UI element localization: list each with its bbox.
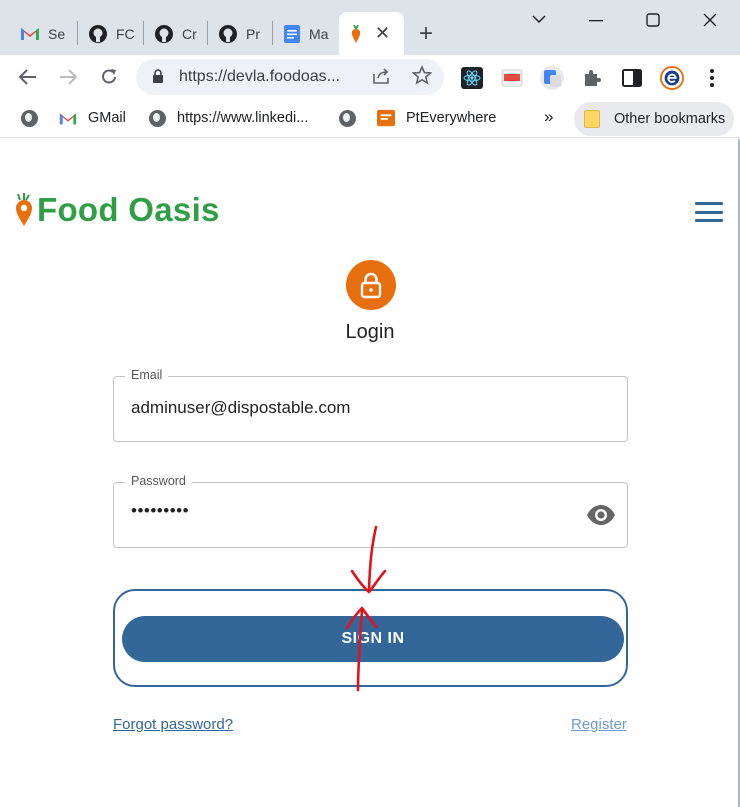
tab-github-cr[interactable]: Cr	[144, 12, 208, 55]
tab-title: Se	[48, 25, 66, 42]
password-input[interactable]: •••••••••	[131, 501, 189, 521]
tab-food-oasis-active[interactable]: ✕	[339, 12, 404, 55]
tab-docs[interactable]: Ma	[273, 12, 339, 55]
forgot-password-link[interactable]: Forgot password?	[113, 716, 233, 733]
share-icon[interactable]	[372, 67, 391, 85]
email-field[interactable]: Email adminuser@dispostable.com	[113, 368, 628, 442]
github-icon	[219, 24, 237, 43]
tab-title: Ma	[309, 25, 329, 42]
folder-icon	[584, 110, 600, 128]
github-icon	[155, 24, 173, 43]
new-tab-button[interactable]: +	[419, 20, 433, 48]
bookmark-gmail[interactable]: GMail	[59, 109, 126, 127]
bookmarks-bar: GMail https://www.linkedi... PtEverywher…	[0, 100, 740, 138]
tab-strip: Se FC Cr Pr Ma ✕ +	[0, 0, 740, 55]
bookmark-pteverywhere[interactable]: PtEverywhere	[377, 109, 496, 127]
bookmark-globe-2[interactable]	[338, 109, 367, 127]
minimize-icon[interactable]	[589, 20, 603, 22]
reload-icon[interactable]	[99, 67, 119, 87]
other-bookmarks-label: Other bookmarks	[614, 111, 726, 127]
bookmark-star-icon[interactable]	[412, 65, 432, 85]
page-content: Food Oasis Login Email adminuser@dispost…	[0, 139, 740, 807]
menu-bar	[695, 210, 723, 214]
lock-icon	[360, 272, 382, 299]
docs-icon	[284, 24, 300, 43]
tab-search-chevron-icon[interactable]	[532, 14, 546, 24]
bookmarks-overflow-button[interactable]: »	[544, 107, 553, 127]
email-input[interactable]: adminuser@dispostable.com	[131, 398, 350, 418]
show-password-eye-icon[interactable]	[586, 503, 616, 527]
other-bookmarks-button[interactable]: Other bookmarks	[574, 102, 734, 136]
gmail-icon	[59, 109, 77, 127]
globe-icon	[148, 109, 166, 127]
pte-icon	[377, 109, 395, 127]
email-label: Email	[125, 368, 169, 382]
login-lock-avatar	[346, 260, 396, 310]
forward-arrow-icon[interactable]	[59, 68, 77, 86]
brand-logo[interactable]: Food Oasis	[15, 191, 220, 229]
register-link[interactable]: Register	[571, 716, 627, 733]
password-label: Password	[125, 474, 192, 488]
globe-icon	[20, 109, 38, 127]
gmail-icon	[21, 28, 39, 40]
side-panel-icon[interactable]	[620, 66, 644, 90]
signin-focus-outline: SIGN IN	[113, 589, 628, 687]
tab-github-pr[interactable]: Pr	[208, 12, 273, 55]
react-devtools-icon[interactable]	[460, 66, 484, 90]
url-text[interactable]: https://devla.foodoas...	[179, 68, 340, 86]
bookmark-linkedin[interactable]: https://www.linkedi...	[148, 109, 308, 127]
profile-avatar-icon[interactable]	[660, 66, 684, 90]
tab-title: Pr	[246, 25, 260, 42]
bookmark-globe[interactable]	[20, 109, 49, 127]
carrot-pin-icon	[16, 193, 32, 226]
browser-menu-icon[interactable]	[700, 66, 724, 90]
menu-bar	[695, 202, 723, 205]
brand-name: Food Oasis	[37, 191, 220, 228]
tab-title: FC	[116, 25, 135, 42]
lock-icon[interactable]	[152, 69, 164, 83]
tab-title: Cr	[182, 25, 197, 42]
menu-bar	[695, 219, 723, 222]
close-tab-icon[interactable]: ✕	[375, 23, 390, 44]
login-title: Login	[345, 321, 395, 343]
back-arrow-icon[interactable]	[19, 68, 37, 86]
tab-github-fc[interactable]: FC	[78, 12, 144, 55]
bookmark-label: https://www.linkedi...	[177, 110, 309, 126]
carrot-icon	[351, 24, 361, 43]
tab-gmail[interactable]: Se	[10, 12, 78, 55]
pdf-extension-icon[interactable]	[500, 66, 524, 90]
close-window-icon[interactable]	[703, 13, 717, 27]
password-field[interactable]: Password •••••••••	[113, 474, 628, 548]
hamburger-menu-button[interactable]	[695, 202, 723, 222]
bookmark-label: PtEverywhere	[406, 110, 497, 126]
github-icon	[89, 24, 107, 43]
sign-in-button[interactable]: SIGN IN	[122, 616, 624, 662]
address-bar[interactable]: https://devla.foodoas...	[136, 59, 444, 95]
maximize-icon[interactable]	[646, 13, 660, 27]
extensions-puzzle-icon[interactable]	[580, 66, 604, 90]
globe-icon	[338, 109, 356, 127]
google-translate-icon[interactable]	[540, 66, 564, 90]
bookmark-label: GMail	[88, 110, 126, 126]
